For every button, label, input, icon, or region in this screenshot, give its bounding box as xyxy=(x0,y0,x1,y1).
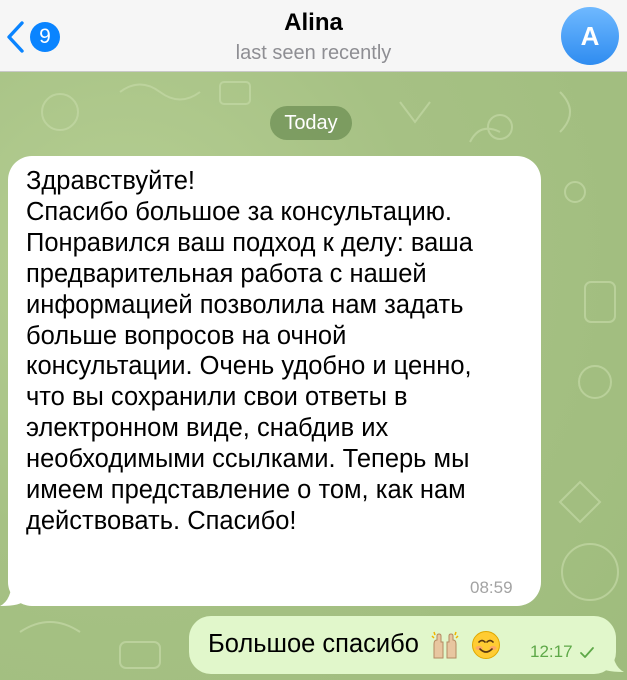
chat-status: last seen recently xyxy=(235,42,392,64)
avatar[interactable]: A xyxy=(561,7,619,65)
incoming-message-text: Здравствуйте! Спасибо большое за консуль… xyxy=(26,166,538,537)
message-line: Понравился ваш подход к делу: ваша xyxy=(26,228,473,257)
incoming-message-time: 08:59 xyxy=(470,578,513,597)
message-line: электронном виде, снабдив их xyxy=(26,414,389,443)
message-line: действовать. Спасибо! xyxy=(26,506,297,535)
message-line: что вы сохранили свои ответы в xyxy=(26,383,408,412)
outgoing-time-text: 12:17 xyxy=(530,642,573,661)
smiling-face-emoji xyxy=(472,631,501,660)
chat-title-block[interactable]: Alina last seen recently xyxy=(0,8,627,66)
chat-title: Alina xyxy=(284,9,343,36)
message-line: имеем представление о том, как нам xyxy=(26,476,466,505)
outgoing-message-content: Большое спасибо xyxy=(208,628,501,660)
message-line: Спасибо большое за консультацию. xyxy=(26,197,452,226)
outgoing-message-text: Большое спасибо xyxy=(208,630,419,658)
message-line: предварительная работа с нашей xyxy=(26,259,427,288)
message-line: консультации. Очень удобно и ценно, xyxy=(26,352,472,381)
raising-hands-emoji xyxy=(431,632,459,659)
sent-check-icon xyxy=(580,647,595,658)
message-line: Здравствуйте! xyxy=(26,167,195,195)
message-line: необходимыми ссылками. Теперь мы xyxy=(26,445,470,474)
message-line: больше вопросов на очной xyxy=(26,321,347,350)
message-line: информацией позволила нам задать xyxy=(26,290,464,319)
chat-header: 9 Alina last seen recently A xyxy=(0,0,627,72)
outgoing-message-time: 12:17 xyxy=(530,642,595,662)
date-divider: Today xyxy=(270,106,352,140)
